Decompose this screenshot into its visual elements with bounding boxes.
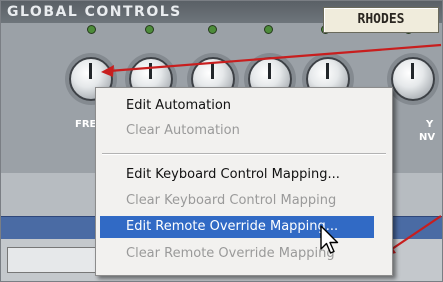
arrow-cursor-icon [320, 225, 339, 254]
annotation-arrow-line-2 [388, 215, 442, 252]
menu-item-label: Edit Remote Override Mapping... [126, 219, 339, 234]
menu-item-label: Clear Keyboard Control Mapping [126, 193, 337, 208]
menu-item-label: Clear Remote Override Mapping [126, 246, 335, 261]
menu-item-label: Edit Keyboard Control Mapping... [126, 167, 340, 182]
screenshot-frame: GLOBAL CONTROLS FRE Y NV RHODES Edit Aut… [0, 0, 443, 282]
menu-item-clear-keyboard-control-mapping: Clear Keyboard Control Mapping [96, 190, 392, 212]
arrow-head-icon [101, 65, 114, 77]
menu-item-edit-automation[interactable]: Edit Automation [96, 95, 392, 117]
menu-item-clear-automation: Clear Automation [96, 120, 392, 142]
menu-item-label: Edit Automation [126, 98, 232, 113]
menu-item-clear-remote-override-mapping: Clear Remote Override Mapping [96, 243, 392, 265]
menu-item-label: Clear Automation [126, 123, 240, 138]
menu-item-edit-keyboard-control-mapping[interactable]: Edit Keyboard Control Mapping... [96, 164, 392, 186]
context-menu: Edit Automation Clear Automation Edit Ke… [95, 87, 393, 276]
menu-separator [102, 153, 386, 155]
annotation-arrow-line-1 [108, 43, 442, 73]
